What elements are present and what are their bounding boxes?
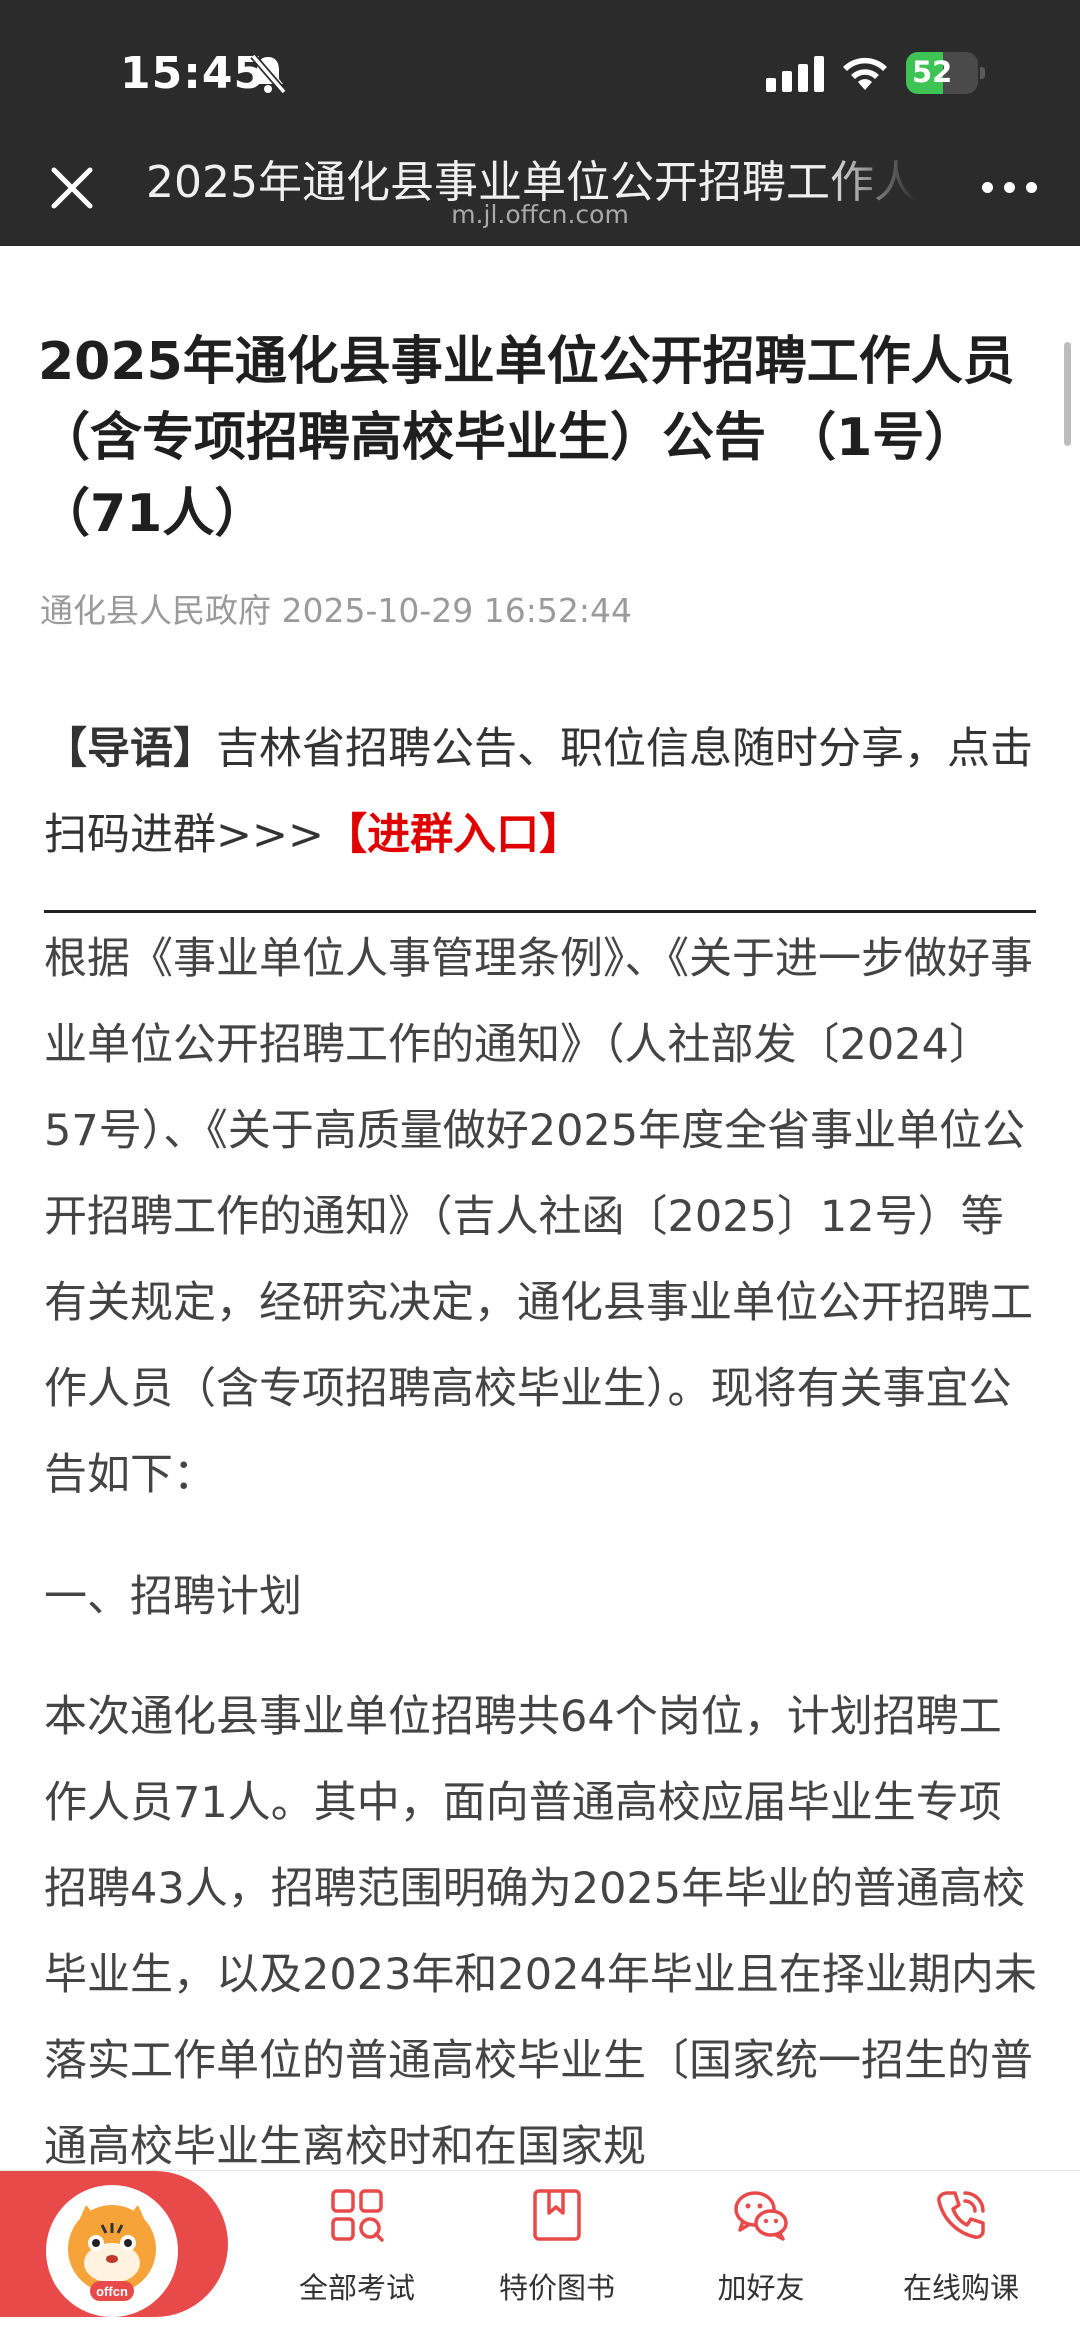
section-heading: 一、招聘计划 [44, 1572, 302, 1622]
status-time: 15:45 [120, 48, 266, 99]
article-meta: 通化县人民政府 2025-10-29 16:52:44 [40, 584, 632, 632]
tab-label: 在线购课 [902, 2271, 1019, 2305]
article-title: 2025年通化县事业单位公开招聘工作人员（含专项招聘高校毕业生）公告 （1号）（… [38, 332, 1015, 544]
scrollbar[interactable] [1064, 342, 1071, 446]
book-icon [533, 2189, 581, 2241]
bottom-bar: offcn 全部考试 特价图书 加好友 在线购课 [0, 2170, 1080, 2341]
tab-label: 特价图书 [498, 2271, 615, 2305]
tiger-logo-icon: offcn [46, 2185, 178, 2317]
offcn-logo-button[interactable]: offcn [0, 2171, 228, 2317]
tab-add-friend[interactable]: 加好友 [676, 2187, 846, 2307]
divider [44, 910, 1036, 913]
article-intro: 【导语】吉林省招聘公告、职位信息随时分享，点击扫码进群>>>【进群入口】 [44, 706, 1044, 878]
signal-icon [766, 56, 824, 92]
intro-lead: 【导语】 [44, 724, 216, 774]
tab-all-exams[interactable]: 全部考试 [272, 2187, 442, 2307]
logo-text: offcn [96, 2284, 128, 2299]
article-content: 2025年通化县事业单位公开招聘工作人员（含专项招聘高校毕业生）公告 （1号）（… [0, 246, 1080, 2170]
phone-icon [937, 2191, 985, 2239]
article-paragraph: 本次通化县事业单位招聘共64个岗位，计划招聘工作人员71人。其中，面向普通高校应… [44, 1692, 1037, 2170]
join-group-link[interactable]: 【进群入口】 [324, 810, 582, 860]
article-source: 通化县人民政府 [40, 591, 271, 630]
battery-indicator: 52 [906, 52, 985, 94]
tab-label: 全部考试 [298, 2271, 415, 2305]
wifi-icon [843, 57, 887, 90]
wechat-icon [734, 2191, 788, 2241]
page-domain: m.jl.offcn.com [451, 200, 629, 229]
article-datetime: 2025-10-29 16:52:44 [281, 591, 632, 630]
battery-percent: 52 [912, 55, 953, 89]
more-menu-button[interactable] [982, 182, 1038, 196]
tab-discount-books[interactable]: 特价图书 [472, 2187, 642, 2307]
tab-online-courses[interactable]: 在线购课 [876, 2187, 1046, 2307]
grid-icon [331, 2189, 384, 2242]
mute-bell-icon [250, 53, 287, 95]
browser-header: 15:45 52 2025年通化县事业单位公开招聘工作人员（含专项招聘高校毕业生… [0, 0, 1080, 246]
tab-label: 加好友 [717, 2271, 805, 2305]
article-paragraph: 根据《事业单位人事管理条例》、《关于进一步做好事业单位公开招聘工作的通知》（人社… [44, 934, 1033, 1500]
